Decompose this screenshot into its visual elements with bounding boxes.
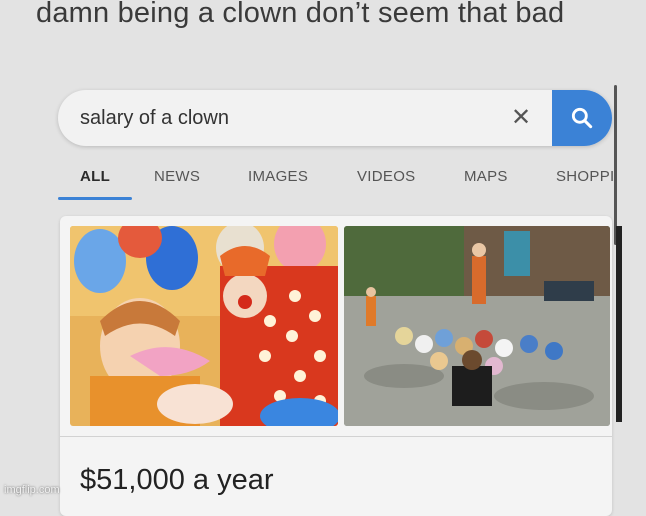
tab-news[interactable]: NEWS <box>154 168 200 185</box>
clown-outdoor-photo <box>344 226 610 426</box>
search-tabs: ALL NEWS IMAGES VIDEOS MAPS SHOPPING <box>58 160 614 204</box>
search-input[interactable] <box>80 104 500 132</box>
tab-maps[interactable]: MAPS <box>464 168 508 185</box>
meme-caption: damn being a clown don’t seem that bad <box>36 0 565 29</box>
salary-answer: $51,000 a year <box>80 464 274 496</box>
tab-images[interactable]: IMAGES <box>248 168 308 185</box>
clown-kids-image[interactable] <box>344 226 610 426</box>
tab-videos[interactable]: VIDEOS <box>357 168 415 185</box>
clear-search-button[interactable]: ✕ <box>506 102 536 132</box>
scroll-edge <box>616 226 622 422</box>
search-button[interactable] <box>552 90 612 146</box>
scrollbar[interactable] <box>614 85 617 245</box>
card-divider <box>60 436 612 437</box>
clown-party-image[interactable] <box>70 226 338 426</box>
imgflip-watermark: imgflip.com <box>4 484 60 496</box>
active-tab-indicator <box>58 197 132 200</box>
close-icon: ✕ <box>510 103 532 131</box>
clown-party-photo <box>70 226 338 426</box>
tab-all[interactable]: ALL <box>80 168 110 185</box>
search-bar[interactable]: ✕ <box>58 90 612 146</box>
tab-shopping[interactable]: SHOPPING <box>556 168 614 185</box>
result-card: $51,000 a year <box>60 216 612 516</box>
search-icon <box>571 107 593 129</box>
